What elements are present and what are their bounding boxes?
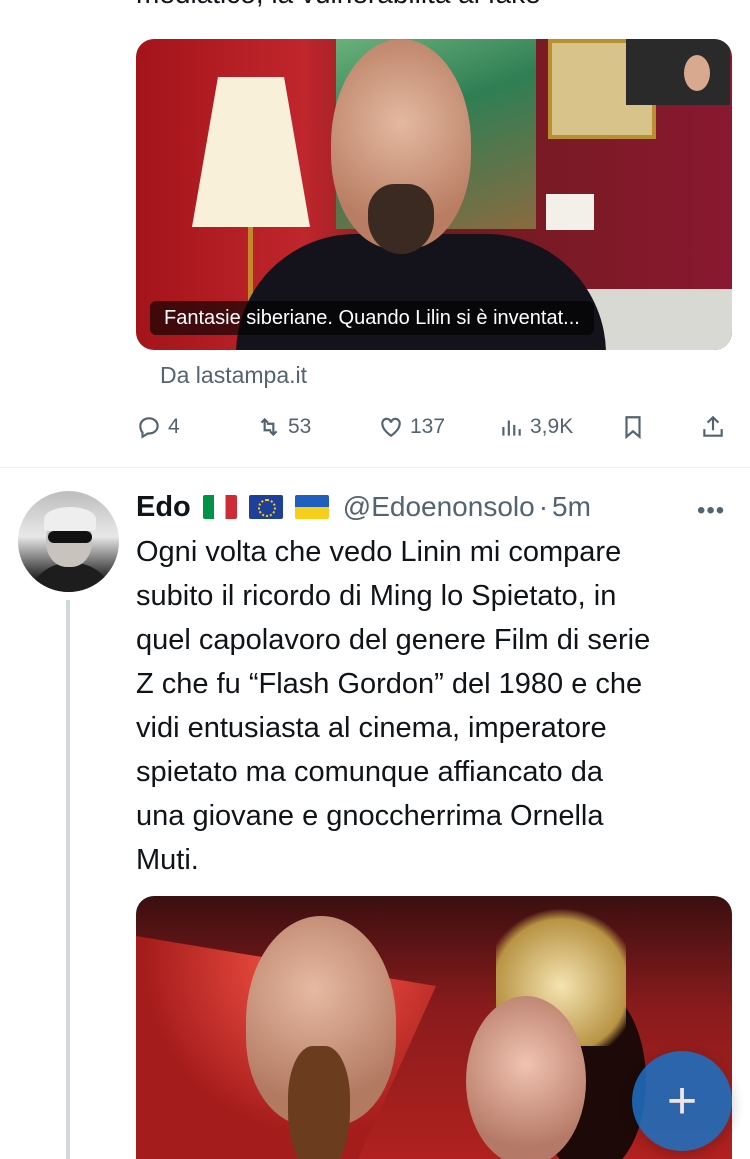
flag-ukraine-icon [294, 495, 329, 519]
views-icon [502, 420, 521, 436]
avatar-glasses [48, 531, 92, 543]
avatar-hair [44, 507, 96, 531]
flag-italy-icon [202, 495, 237, 519]
like-button[interactable]: 137 [378, 414, 445, 440]
retweet-button[interactable]: 53 [256, 414, 311, 440]
speaker-beard [368, 184, 434, 254]
flag-eu-icon [248, 495, 283, 519]
avatar-body [28, 563, 114, 592]
share-button[interactable] [700, 414, 726, 440]
video-pip [626, 39, 730, 105]
wall-note [546, 194, 594, 230]
like-count: 137 [410, 415, 446, 438]
author-name[interactable]: Edo [136, 491, 191, 524]
reply-icon [139, 417, 159, 439]
tweet-actions-bar: 4 53 137 3,9K [136, 414, 736, 450]
share-icon [703, 415, 723, 437]
thread-line [66, 600, 70, 1159]
compose-button[interactable]: + [632, 1051, 732, 1151]
link-card-caption: Fantasie siberiane. Quando Lilin si è in… [150, 301, 594, 335]
pip-face [684, 55, 710, 91]
tweet-header: Edo @Edoenonsolo · 5m [136, 488, 591, 526]
link-card-video[interactable]: Fantasie siberiane. Quando Lilin si è in… [136, 39, 732, 350]
views-button[interactable]: 3,9K [498, 414, 573, 440]
reply-button[interactable]: 4 [136, 414, 180, 440]
plus-icon: + [666, 1072, 698, 1130]
link-source[interactable]: Da lastampa.it [160, 362, 307, 389]
separator-dot: · [538, 491, 549, 522]
heart-icon [381, 417, 401, 437]
retweet-count: 53 [288, 415, 312, 438]
lamp-shade [192, 77, 310, 227]
tweet-text: Ogni volta che vedo Linin mi compare sub… [136, 536, 651, 876]
more-options-icon[interactable]: ••• [697, 497, 725, 525]
tweet-divider [0, 467, 750, 468]
image-beard [288, 1046, 350, 1159]
retweet-icon [260, 417, 278, 437]
views-count: 3,9K [530, 415, 574, 438]
previous-tweet-text: mediatico, la vulnerabilità al fake [136, 0, 541, 10]
bookmark-button[interactable] [620, 414, 646, 440]
avatar[interactable] [18, 491, 119, 592]
image-figure-right [466, 996, 586, 1159]
reply-count: 4 [168, 415, 180, 438]
author-handle[interactable]: @Edoenonsolo [343, 491, 535, 523]
bookmark-icon [625, 416, 641, 440]
tweet-time[interactable]: 5m [552, 491, 591, 523]
